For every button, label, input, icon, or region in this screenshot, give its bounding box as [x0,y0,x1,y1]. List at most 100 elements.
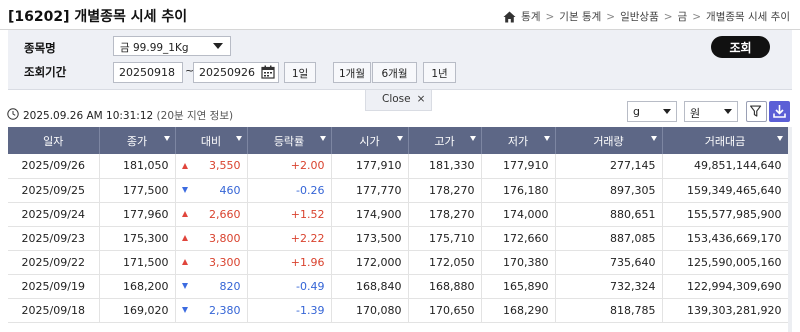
column-header-date[interactable]: 일자 [8,127,100,154]
table-row[interactable]: 2025/09/24 177,960 2,660 +1.52 174,900 178,27… [8,202,789,226]
delay-note: (20분 지연 정보) [156,110,234,122]
download-button[interactable] [769,101,790,122]
cell-change: 820 [175,274,248,298]
cell-open: 168,840 [331,274,409,298]
cell-open: 170,080 [331,298,409,322]
sort-icon[interactable] [319,136,326,141]
period-1year-button[interactable]: 1년 [423,62,456,83]
breadcrumb-item-stats[interactable]: 통계 [521,9,540,24]
sort-icon[interactable] [776,136,783,141]
cell-rate: -0.49 [247,274,332,298]
table-row[interactable]: 2025/09/19 168,200 820 -0.49 168,840 168,880 1… [8,274,789,298]
breadcrumb-separator: > [663,10,673,23]
cell-low: 165,890 [481,274,556,298]
sort-icon[interactable] [543,136,550,141]
item-name-label: 종목명 [24,41,56,55]
breadcrumb-item-current: 개별종목 시세 추이 [706,11,790,23]
cell-volume: 880,651 [555,202,663,226]
cell-low: 172,660 [481,226,556,250]
table-row[interactable]: 2025/09/18 169,020 2,380 -1.39 170,080 170,65… [8,298,789,322]
table-row[interactable]: 2025/09/25 177,500 460 -0.26 177,770 178,270 1… [8,178,789,202]
period-label: 조회기간 [24,65,67,79]
cell-close: 175,300 [99,226,176,250]
breadcrumb-item-basic-stats[interactable]: 기본 통계 [559,9,601,24]
triangle-up-icon [181,235,188,241]
cell-high: 175,710 [408,226,482,250]
item-select-value: 금 99.99_1Kg [120,42,189,54]
vertical-scrollbar[interactable] [788,127,792,332]
home-icon[interactable] [503,11,516,23]
triangle-down-icon [181,187,188,193]
page-header: [16202] 개별종목 시세 추이 통계 > 기본 통계 > 일반상품 > 금… [0,0,800,30]
sort-icon[interactable] [396,136,403,141]
cell-low: 176,180 [481,178,556,202]
cell-change: 2,660 [175,202,248,226]
price-table: 일자 종가 대비 등락률 시가 고가 저가 거래량 거래대금 2025/09/2… [8,127,792,332]
breadcrumb-separator: > [545,10,555,23]
triangle-down-icon [181,283,188,289]
period-6month-button[interactable]: 6개월 [372,62,417,83]
breadcrumb: 통계 > 기본 통계 > 일반상품 > 금 > 개별종목 시세 추이 [503,9,790,24]
change-value: 2,660 [209,207,241,221]
sort-icon[interactable] [650,136,657,141]
column-header-close[interactable]: 종가 [99,127,176,154]
table-row[interactable]: 2025/09/26 181,050 3,550 +2.00 177,910 181,33… [8,154,789,178]
change-value: 460 [219,183,241,197]
chevron-down-icon [663,109,671,114]
cell-high: 178,270 [408,202,482,226]
cell-high: 170,650 [408,298,482,322]
cell-amount: 125,590,005,160 [662,250,789,274]
column-header-amount[interactable]: 거래대금 [662,127,789,154]
weight-unit-select[interactable]: g [627,101,677,122]
currency-unit-select[interactable]: 원 [684,101,738,122]
cell-volume: 897,305 [555,178,663,202]
breadcrumb-item-gold[interactable]: 금 [678,9,688,24]
chevron-down-icon [724,109,732,114]
page-title: [16202] 개별종목 시세 추이 [8,9,188,25]
cell-open: 172,000 [331,250,409,274]
change-value: 3,800 [209,231,241,245]
sort-icon[interactable] [235,136,242,141]
column-header-volume[interactable]: 거래량 [555,127,663,154]
table-row[interactable]: 2025/09/23 175,300 3,800 +2.22 173,500 175,71… [8,226,789,250]
cell-date: 2025/09/25 [8,178,100,202]
filter-button[interactable] [746,101,767,122]
triangle-up-icon [181,162,188,169]
cell-high: 172,050 [408,250,482,274]
cell-open: 173,500 [331,226,409,250]
breadcrumb-item-general-goods[interactable]: 일반상품 [620,9,659,24]
column-header-change[interactable]: 대비 [175,127,248,154]
search-button[interactable]: 조회 [711,36,770,58]
cell-low: 170,380 [481,250,556,274]
currency-unit-value: 원 [690,107,701,120]
end-date-value: 20250926 [199,66,255,79]
search-filter-panel: 종목명 조회기간 금 99.99_1Kg 20250918 ~ 20250926… [8,30,792,90]
start-date-input[interactable]: 20250918 [113,62,183,83]
column-header-high[interactable]: 고가 [408,127,482,154]
triangle-up-icon [181,211,188,217]
cell-rate: +1.52 [247,202,332,226]
column-header-low[interactable]: 저가 [481,127,556,154]
table-row[interactable]: 2025/09/22 171,500 3,300 +1.96 172,000 172,05… [8,250,789,274]
cell-date: 2025/09/18 [8,298,100,322]
cell-high: 168,880 [408,274,482,298]
cell-high: 181,330 [408,154,482,178]
cell-volume: 818,785 [555,298,663,322]
cell-change: 3,550 [175,154,248,178]
sort-icon[interactable] [469,136,476,141]
close-panel-button[interactable]: Close × [365,90,432,111]
cell-change: 2,380 [175,298,248,322]
sort-icon[interactable] [163,136,170,141]
end-date-input[interactable]: 20250926 [193,62,279,83]
column-header-open[interactable]: 시가 [331,127,409,154]
column-header-rate[interactable]: 등락률 [247,127,332,154]
period-1day-button[interactable]: 1일 [284,62,316,83]
cell-change: 460 [175,178,248,202]
cell-close: 171,500 [99,250,176,274]
table-header-row: 일자 종가 대비 등락률 시가 고가 저가 거래량 거래대금 [8,127,789,154]
chevron-down-icon [213,43,223,49]
item-select[interactable]: 금 99.99_1Kg [113,36,231,56]
cell-volume: 277,145 [555,154,663,178]
period-1month-button[interactable]: 1개월 [333,62,371,83]
calendar-icon[interactable] [261,65,275,79]
